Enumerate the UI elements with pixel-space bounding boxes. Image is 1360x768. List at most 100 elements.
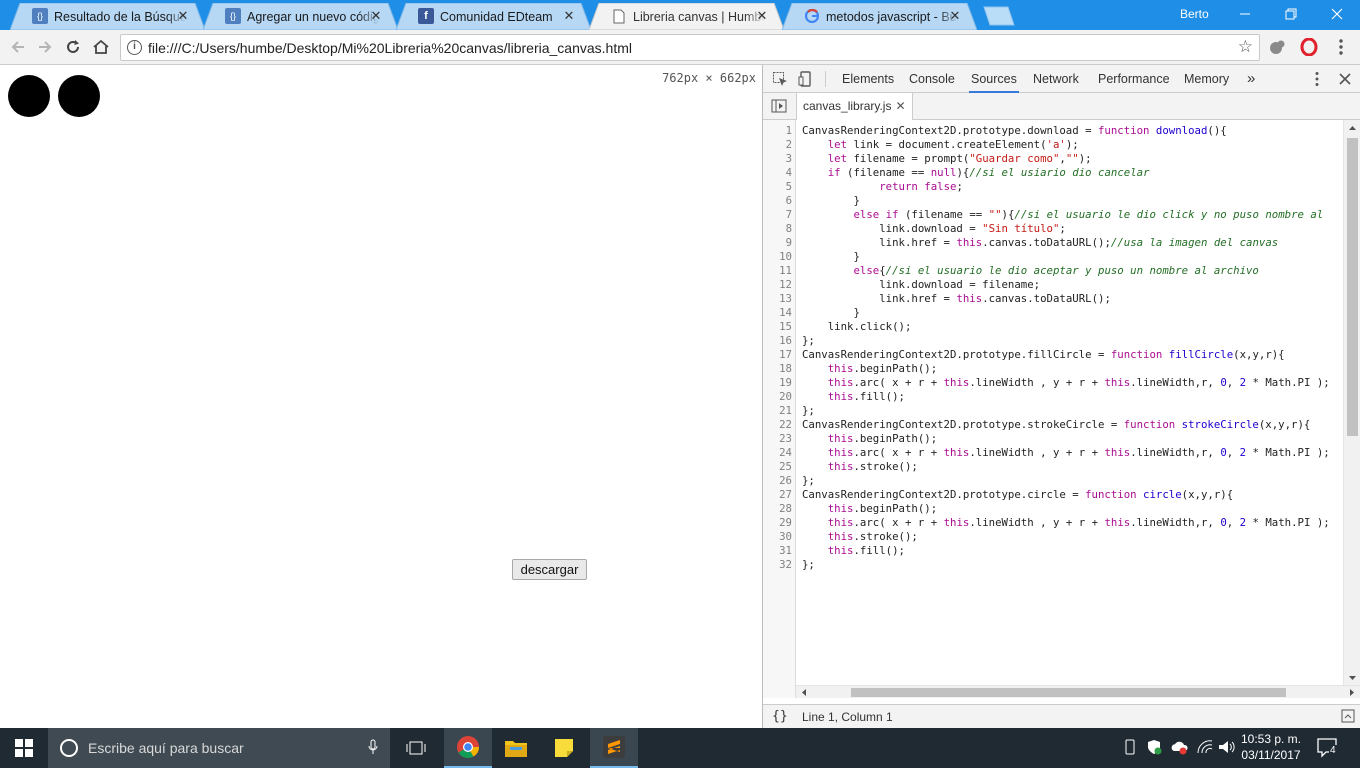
info-icon[interactable]: i: [127, 40, 142, 55]
code-line[interactable]: CanvasRenderingContext2D.prototype.fillC…: [802, 348, 1285, 362]
code-line[interactable]: return false;: [802, 180, 963, 194]
code-line[interactable]: link.download = filename;: [802, 278, 1040, 292]
opera-button[interactable]: [1298, 36, 1320, 58]
line-number[interactable]: 7: [763, 208, 792, 222]
taskbar-sublime-text[interactable]: [590, 728, 638, 768]
line-number[interactable]: 9: [763, 236, 792, 250]
address-bar[interactable]: i file:///C:/Users/humbe/Desktop/Mi%20Li…: [120, 34, 1260, 61]
code-editor[interactable]: 1 CanvasRenderingContext2D.prototype.down…: [763, 120, 1360, 698]
devtools-menu-button[interactable]: [1308, 70, 1326, 88]
horizontal-scroll-thumb[interactable]: [851, 688, 1286, 697]
code-line[interactable]: this.arc( x + r + this.lineWidth , y + r…: [802, 516, 1330, 530]
code-line[interactable]: }: [802, 306, 859, 320]
line-number[interactable]: 25: [763, 460, 792, 474]
vertical-scroll-thumb[interactable]: [1347, 138, 1358, 436]
code-line[interactable]: this.fill();: [802, 544, 905, 558]
line-number[interactable]: 19: [763, 376, 792, 390]
code-line[interactable]: }: [802, 194, 859, 208]
browser-tab-1[interactable]: {} Resultado de la Búsqueda ✕: [10, 3, 205, 30]
browser-tab-5[interactable]: metodos javascript - Buscar✕: [782, 3, 977, 30]
taskbar-sticky-notes[interactable]: [540, 728, 588, 768]
more-tabs-button[interactable]: »: [1245, 65, 1257, 93]
security-shield-icon[interactable]: [1146, 739, 1162, 755]
line-number[interactable]: 10: [763, 250, 792, 264]
action-center-button[interactable]: 4: [1316, 737, 1340, 759]
scroll-left-icon[interactable]: [798, 686, 810, 699]
line-number[interactable]: 17: [763, 348, 792, 362]
code-line[interactable]: this.stroke();: [802, 530, 918, 544]
scroll-up-icon[interactable]: [1344, 122, 1360, 134]
code-line[interactable]: else{//si el usuario le dio aceptar y pu…: [802, 264, 1258, 278]
line-number[interactable]: 27: [763, 488, 792, 502]
tab-memory[interactable]: Memory: [1182, 65, 1231, 93]
browser-tab-2[interactable]: {} Agregar un nuevo código ✕: [203, 3, 398, 30]
code-line[interactable]: }: [802, 250, 859, 264]
vertical-scrollbar[interactable]: [1343, 120, 1360, 686]
horizontal-scrollbar[interactable]: [796, 685, 1360, 698]
line-number[interactable]: 22: [763, 418, 792, 432]
file-tab-canvas-library[interactable]: canvas_library.js ✕: [796, 93, 913, 120]
line-number[interactable]: 32: [763, 558, 792, 572]
line-number[interactable]: 31: [763, 544, 792, 558]
line-number[interactable]: 26: [763, 474, 792, 488]
reload-button[interactable]: [60, 34, 86, 60]
code-line[interactable]: this.beginPath();: [802, 502, 937, 516]
line-number[interactable]: 24: [763, 446, 792, 460]
code-line[interactable]: link.href = this.canvas.toDataURL();//us…: [802, 236, 1278, 250]
code-line[interactable]: CanvasRenderingContext2D.prototype.downl…: [802, 124, 1227, 138]
tab-console[interactable]: Console: [907, 65, 957, 93]
toggle-debugger-icon[interactable]: [1341, 709, 1355, 723]
start-button[interactable]: [0, 728, 48, 768]
line-number[interactable]: 14: [763, 306, 792, 320]
download-button[interactable]: descargar: [512, 559, 587, 580]
browser-tab-3[interactable]: f Comunidad EDteam ✕: [396, 3, 591, 30]
line-number[interactable]: 15: [763, 320, 792, 334]
scroll-right-icon[interactable]: [1346, 686, 1358, 699]
code-line[interactable]: this.arc( x + r + this.lineWidth , y + r…: [802, 446, 1330, 460]
bookmark-star-icon[interactable]: ☆: [1238, 37, 1253, 57]
line-number[interactable]: 1: [763, 124, 792, 138]
taskbar-file-explorer[interactable]: [492, 728, 540, 768]
code-line[interactable]: this.arc( x + r + this.lineWidth , y + r…: [802, 376, 1330, 390]
code-line[interactable]: };: [802, 474, 815, 488]
url-text[interactable]: file:///C:/Users/humbe/Desktop/Mi%20Libr…: [148, 40, 632, 56]
usb-device-icon[interactable]: [1124, 739, 1136, 755]
forward-button[interactable]: [32, 34, 58, 60]
line-number[interactable]: 13: [763, 292, 792, 306]
close-tab-icon[interactable]: ✕: [175, 8, 191, 24]
minimize-button[interactable]: [1222, 0, 1268, 28]
tab-elements[interactable]: Elements: [840, 65, 896, 93]
line-number[interactable]: 4: [763, 166, 792, 180]
close-tab-icon[interactable]: ✕: [561, 8, 577, 24]
code-line[interactable]: let filename = prompt("Guardar como","")…: [802, 152, 1092, 166]
line-number[interactable]: 16: [763, 334, 792, 348]
taskbar-search[interactable]: Escribe aquí para buscar: [48, 728, 390, 768]
extension-button[interactable]: [1266, 36, 1288, 58]
line-number[interactable]: 11: [763, 264, 792, 278]
line-number[interactable]: 23: [763, 432, 792, 446]
line-number[interactable]: 5: [763, 180, 792, 194]
volume-icon[interactable]: [1218, 739, 1236, 755]
profile-name[interactable]: Berto: [1180, 7, 1209, 21]
close-icon[interactable]: ✕: [895, 99, 905, 113]
code-line[interactable]: };: [802, 334, 815, 348]
code-line[interactable]: link.click();: [802, 320, 912, 334]
line-number[interactable]: 21: [763, 404, 792, 418]
chrome-menu-button[interactable]: [1330, 36, 1352, 58]
close-tab-icon[interactable]: ✕: [947, 8, 963, 24]
line-number[interactable]: 30: [763, 530, 792, 544]
close-tab-icon[interactable]: ✕: [754, 8, 770, 24]
task-view-button[interactable]: [392, 728, 440, 768]
code-line[interactable]: let link = document.createElement('a');: [802, 138, 1079, 152]
tab-network[interactable]: Network: [1031, 65, 1081, 93]
code-line[interactable]: this.beginPath();: [802, 432, 937, 446]
line-number[interactable]: 3: [763, 152, 792, 166]
line-number[interactable]: 29: [763, 516, 792, 530]
wifi-icon[interactable]: [1196, 739, 1214, 755]
cloud-sync-icon[interactable]: [1170, 739, 1188, 755]
scroll-down-icon[interactable]: [1344, 672, 1360, 684]
line-number[interactable]: 6: [763, 194, 792, 208]
home-button[interactable]: [88, 34, 114, 60]
code-line[interactable]: CanvasRenderingContext2D.prototype.strok…: [802, 418, 1310, 432]
line-number[interactable]: 2: [763, 138, 792, 152]
